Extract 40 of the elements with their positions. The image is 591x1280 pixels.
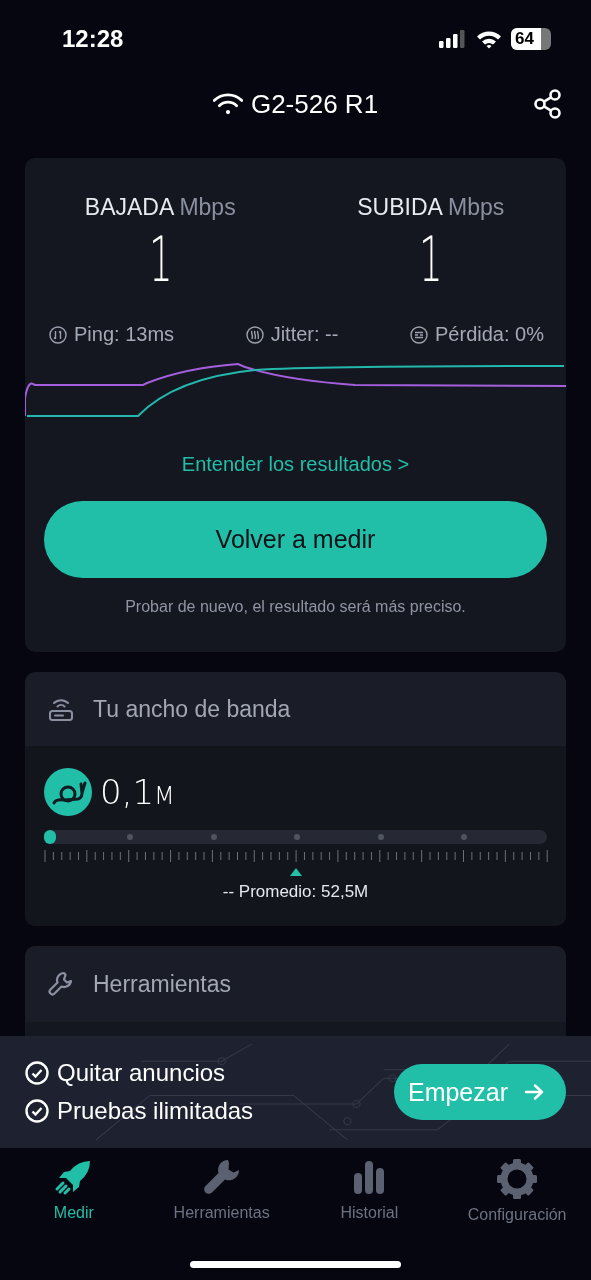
tab[interactable]: Medir bbox=[0, 1158, 148, 1248]
bandwidth-value: 0,1 M bbox=[100, 772, 175, 812]
battery-indicator: 64 bbox=[511, 28, 551, 50]
card-title: Tu ancho de banda bbox=[93, 695, 291, 723]
results-link[interactable]: Entender los resultados > bbox=[181, 453, 410, 476]
average-marker-icon bbox=[289, 868, 302, 876]
tab[interactable]: Herramientas bbox=[147, 1158, 296, 1248]
speed-label: SUBIDA Mbps bbox=[357, 194, 505, 221]
speed-value: 1 bbox=[148, 229, 173, 291]
wifi-icon bbox=[212, 93, 243, 115]
ping-icon bbox=[49, 325, 67, 344]
tab[interactable]: Historial bbox=[295, 1158, 444, 1248]
wrench-icon bbox=[47, 970, 75, 998]
bandwidth-thumb[interactable] bbox=[44, 830, 56, 844]
start-button[interactable]: Empezar bbox=[393, 1064, 566, 1120]
check-circle-icon bbox=[25, 1061, 49, 1085]
stat-text: Jitter: -- bbox=[270, 323, 339, 346]
arrow-icon bbox=[524, 1084, 544, 1100]
feature-text: Quitar anuncios bbox=[57, 1059, 226, 1087]
jitter-icon bbox=[245, 325, 264, 344]
snail-icon bbox=[44, 768, 92, 816]
router-icon bbox=[47, 696, 75, 722]
status-time: 12:28 bbox=[62, 25, 124, 53]
packet-loss-icon bbox=[410, 325, 429, 344]
speed-value: 1 bbox=[418, 229, 443, 291]
check-circle-icon bbox=[25, 1099, 49, 1123]
settings-icon bbox=[496, 1158, 539, 1200]
retest-button[interactable]: Volver a medir bbox=[44, 501, 547, 578]
average-text: -- Promedio: 52,5M bbox=[222, 882, 369, 902]
tab[interactable]: Configuración bbox=[443, 1158, 591, 1248]
feature-text: Pruebas ilimitadas bbox=[57, 1097, 254, 1125]
card-title: Herramientas bbox=[93, 970, 232, 998]
retest-hint: Probar de nuevo, el resultado será más preciso. bbox=[125, 598, 466, 616]
signal-icon bbox=[439, 30, 467, 48]
wifi-icon bbox=[476, 29, 502, 49]
network-name: G2-526 R1 bbox=[250, 88, 379, 120]
share-button[interactable] bbox=[533, 88, 563, 120]
speed-label: BAJADA Mbps bbox=[84, 194, 236, 221]
stat-text: Pérdida: 0% bbox=[435, 323, 544, 346]
stat-text: Ping: 13ms bbox=[74, 323, 175, 346]
